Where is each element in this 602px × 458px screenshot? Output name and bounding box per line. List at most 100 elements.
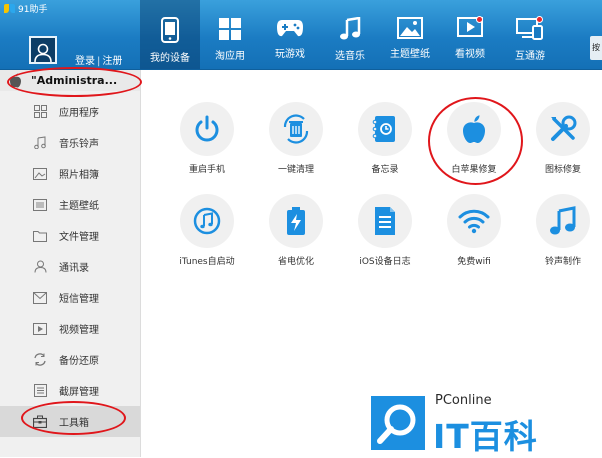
contacts-icon <box>33 260 47 274</box>
sidebar-item-photos[interactable]: 照片相簿 <box>0 158 140 189</box>
sidebar-item-label: 备份还原 <box>59 356 99 367</box>
auth-separator: | <box>97 56 101 67</box>
nav-my-device[interactable]: 我的设备 <box>140 0 200 69</box>
tool-ringtone-maker[interactable]: 铃声制作 <box>518 194 602 267</box>
wallpaper-icon <box>397 17 423 39</box>
tool-label: iTunes自启动 <box>179 257 235 267</box>
watermark: PConline IT百科 <box>371 393 551 456</box>
nav-label: 淘应用 <box>215 51 245 62</box>
apps-grid-icon <box>219 18 241 40</box>
tool-icon-circle <box>358 194 412 248</box>
apple-icon <box>463 115 485 143</box>
video-badge-dot <box>476 16 483 23</box>
nav-video[interactable]: 看视频 <box>440 0 500 69</box>
sidebar-item-backup[interactable]: 备份还原 <box>0 344 140 375</box>
tool-icon-circle <box>358 102 412 156</box>
main-nav: 我的设备 淘应用 玩游戏 选音乐 主题壁纸 看视频 互通游 <box>140 0 560 69</box>
tool-one-click-clean[interactable]: 一键清理 <box>251 102 341 175</box>
tool-free-wifi[interactable]: 免费wifi <box>429 194 519 267</box>
sidebar-item-label: 短信管理 <box>59 294 99 305</box>
tool-label: 白苹果修复 <box>451 165 497 175</box>
sidebar-item-label: 应用程序 <box>59 108 99 119</box>
power-icon <box>195 115 219 142</box>
music-icon <box>33 136 47 150</box>
top-bar: 91助手 登录 | 注册 我的设备 淘应用 玩游戏 选音乐 主题壁纸 看视频 互… <box>0 0 602 70</box>
login-link[interactable]: 登录 <box>75 56 95 67</box>
theme-icon <box>33 198 47 212</box>
sidebar-item-label: 通讯录 <box>59 263 89 274</box>
screenshot-icon <box>33 384 47 398</box>
nav-interplay[interactable]: 互通游 <box>500 0 560 69</box>
trash-clean-icon <box>283 114 309 144</box>
tool-icon-repair[interactable]: 图标修复 <box>518 102 602 175</box>
wifi-icon <box>458 209 490 234</box>
tool-memo[interactable]: 备忘录 <box>340 102 430 175</box>
pconline-logo-icon <box>371 396 425 450</box>
toolbox-icon <box>33 415 47 429</box>
tool-power-saving[interactable]: 省电优化 <box>251 194 341 267</box>
notebook-icon <box>372 116 395 142</box>
sidebar-item-label: 音乐铃声 <box>59 139 99 150</box>
nav-label: 玩游戏 <box>275 49 305 60</box>
nav-label: 互通游 <box>515 51 545 62</box>
tools-icon <box>551 115 577 141</box>
app-title-text: 91助手 <box>18 5 48 15</box>
tool-restart-phone[interactable]: 重启手机 <box>162 102 252 175</box>
ringtone-icon <box>550 206 576 235</box>
nav-music[interactable]: 选音乐 <box>320 0 380 69</box>
auth-links: 登录 | 注册 <box>75 52 122 67</box>
nav-wallpaper[interactable]: 主题壁纸 <box>380 0 440 69</box>
nav-label: 我的设备 <box>150 53 190 64</box>
sidebar-item-music[interactable]: 音乐铃声 <box>0 127 140 158</box>
tool-label: 重启手机 <box>188 165 225 175</box>
tool-icon-circle <box>269 102 323 156</box>
nav-games[interactable]: 玩游戏 <box>260 0 320 69</box>
watermark-brand: PConline <box>435 393 492 408</box>
tool-icon-circle <box>536 194 590 248</box>
tool-itunes-autostart[interactable]: iTunes自启动 <box>162 194 252 267</box>
sidebar-item-screenshot[interactable]: 截屏管理 <box>0 375 140 406</box>
sidebar-item-label: 照片相簿 <box>59 170 99 181</box>
nav-label: 主题壁纸 <box>390 49 430 60</box>
nav-label: 看视频 <box>455 49 485 60</box>
tool-icon-circle <box>447 102 501 156</box>
sidebar-item-videos[interactable]: 视频管理 <box>0 313 140 344</box>
interplay-badge-dot <box>536 16 543 23</box>
tool-label: 免费wifi <box>457 257 491 267</box>
nav-apps[interactable]: 淘应用 <box>200 0 260 69</box>
avatar[interactable] <box>29 36 57 64</box>
user-silhouette-icon <box>34 43 52 62</box>
tool-label: 一键清理 <box>277 165 314 175</box>
tool-icon-circle <box>536 102 590 156</box>
app-logo-icon <box>4 4 15 13</box>
tool-icon-circle <box>447 194 501 248</box>
register-link[interactable]: 注册 <box>102 56 122 67</box>
sidebar-item-toolbox[interactable]: 工具箱 <box>0 406 140 437</box>
sidebar-item-sms[interactable]: 短信管理 <box>0 282 140 313</box>
sidebar-item-label: 主题壁纸 <box>59 201 99 212</box>
edge-button[interactable]: 按 <box>590 36 602 60</box>
tool-icon-circle <box>180 102 234 156</box>
sidebar-item-label: 文件管理 <box>59 232 99 243</box>
sidebar-item-files[interactable]: 文件管理 <box>0 220 140 251</box>
log-icon <box>375 207 395 235</box>
phone-icon <box>161 17 179 43</box>
gamepad-icon <box>277 20 303 37</box>
sidebar-item-apps[interactable]: 应用程序 <box>0 96 140 127</box>
itunes-icon <box>193 207 221 235</box>
tool-icon-circle <box>180 194 234 248</box>
tool-label: 图标修复 <box>544 165 581 175</box>
sidebar-item-label: 视频管理 <box>59 325 99 336</box>
sms-icon <box>33 291 47 305</box>
backup-icon <box>33 353 47 367</box>
sidebar-item-contacts[interactable]: 通讯录 <box>0 251 140 282</box>
device-name: "Administra... <box>31 74 118 87</box>
device-row[interactable]: "Administra... <box>0 70 140 91</box>
sidebar-item-theme[interactable]: 主题壁纸 <box>0 189 140 220</box>
video-manage-icon <box>33 322 47 336</box>
music-note-icon <box>340 17 361 40</box>
tool-label: 铃声制作 <box>544 257 581 267</box>
tool-label: iOS设备日志 <box>359 257 411 267</box>
tool-white-apple-repair[interactable]: 白苹果修复 <box>429 102 519 175</box>
tool-ios-device-log[interactable]: iOS设备日志 <box>340 194 430 267</box>
